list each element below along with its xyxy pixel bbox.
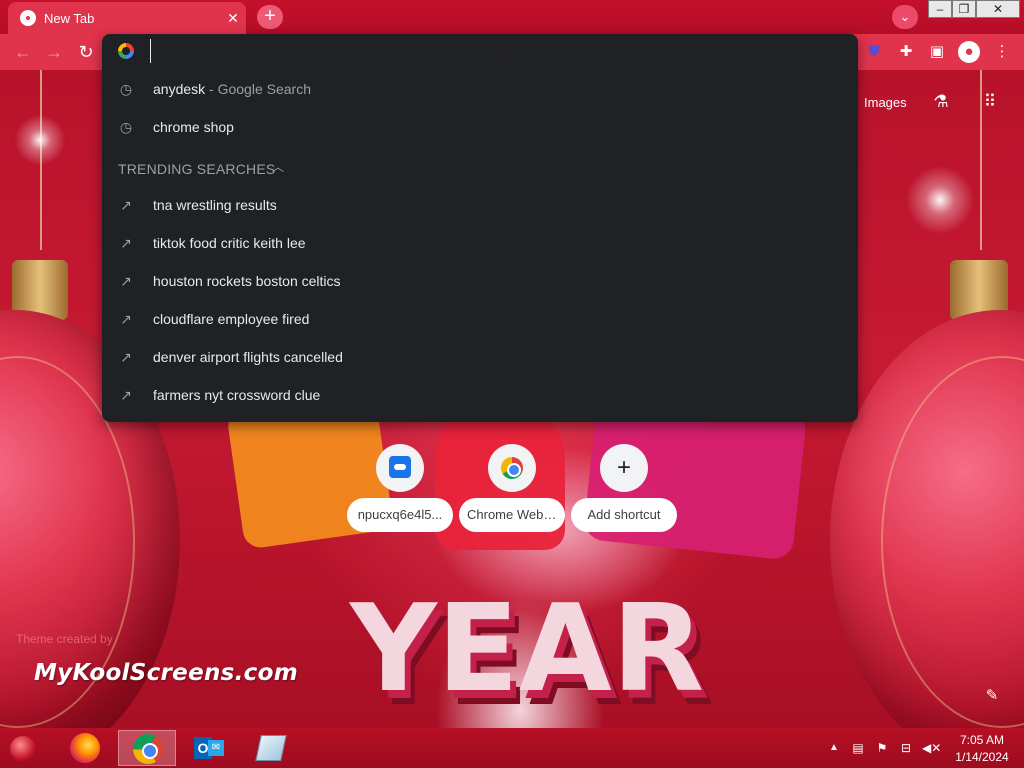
taskbar-app[interactable] [242, 730, 300, 766]
tab-new-tab[interactable]: New Tab ✕ [8, 2, 246, 34]
suggestion-text: anydesk [153, 81, 206, 97]
trending-text: tna wrestling results [153, 197, 277, 213]
trending-text: cloudflare employee fired [153, 311, 310, 327]
history-icon: ◷ [119, 81, 133, 97]
outlook-icon: O ✉ [194, 735, 224, 761]
kebab-menu-icon[interactable]: ⋮ [992, 42, 1012, 62]
chevron-up-icon[interactable]: ︿ [270, 159, 286, 175]
year-text: YEAR [350, 580, 705, 719]
chrome-web-store-icon [488, 444, 536, 492]
trending-text: houston rockets boston celtics [153, 273, 341, 289]
omnibox-dropdown: I ◷ anydesk - Google Search ◷ chrome sho… [102, 34, 858, 422]
labs-flask-icon[interactable]: ⚗ [930, 92, 952, 114]
shortcut-tile[interactable]: Chrome Web ... [459, 444, 565, 534]
shortcut-label: npucxq6e4l5... [347, 498, 453, 532]
extensions-puzzle-icon[interactable]: ✚ [896, 42, 916, 62]
tab-title: New Tab [44, 11, 95, 26]
trending-icon: ↗ [120, 197, 132, 213]
reload-icon[interactable]: ↻ [73, 39, 99, 65]
side-panel-icon[interactable]: ▣ [927, 42, 947, 62]
trending-text: farmers nyt crossword clue [153, 387, 321, 403]
tab-search-button[interactable]: ⌄ [892, 5, 918, 29]
start-button[interactable] [6, 732, 40, 764]
customize-pencil-icon[interactable]: ✎ [982, 686, 1002, 706]
new-tab-button[interactable]: + [257, 5, 283, 29]
window-close-button[interactable]: ✕ [976, 0, 1020, 18]
trending-text: denver airport flights cancelled [153, 349, 343, 365]
theme-credit[interactable]: Theme created by [16, 632, 113, 646]
sparkle [900, 160, 980, 240]
trending-item[interactable]: ↗ tna wrestling results [102, 186, 858, 224]
tab-strip: New Tab ✕ + ⌄ – ❐ ✕ [0, 0, 1024, 34]
shortcut-label: Chrome Web ... [459, 498, 565, 532]
trending-item[interactable]: ↗ cloudflare employee fired [102, 300, 858, 338]
forward-arrow-icon[interactable]: → [41, 39, 67, 65]
volume-muted-icon[interactable]: ◀✕ [922, 740, 941, 756]
taskbar-outlook[interactable]: O ✉ [180, 730, 238, 766]
suggestion-history-item[interactable]: ◷ anydesk - Google Search [102, 70, 858, 108]
tray-app-icon[interactable]: ▤ [850, 740, 866, 756]
trending-item[interactable]: ↗ tiktok food critic keith lee [102, 224, 858, 262]
suggestion-text: chrome shop [153, 119, 234, 135]
trending-text: tiktok food critic keith lee [153, 235, 306, 251]
apps-grid-icon[interactable]: ⠿ [979, 92, 1001, 114]
trending-icon: ↗ [120, 273, 132, 289]
suggestion-history-item[interactable]: ◷ chrome shop [102, 108, 858, 146]
start-orb-icon [10, 736, 36, 762]
action-center-flag-icon[interactable]: ⚑ [874, 740, 890, 756]
suggestion-subtext: - Google Search [205, 81, 311, 97]
extension-shield-icon[interactable]: ⛊ [864, 42, 884, 62]
trending-icon: ↗ [120, 311, 132, 327]
shortcut-tile[interactable]: npucxq6e4l5... [347, 444, 453, 534]
chrome-icon [133, 734, 163, 764]
plus-icon: + [600, 444, 648, 492]
trending-icon: ↗ [120, 349, 132, 365]
firefox-icon [70, 733, 100, 763]
windows-taskbar: O ✉ ▲ ▤ ⚑ ⊟ ◀✕ 7:05 AM 1/14/2024 [0, 728, 1024, 768]
back-arrow-icon[interactable]: ← [10, 39, 36, 65]
google-g-icon [118, 43, 134, 59]
clock-date[interactable]: 1/14/2024 [950, 750, 1014, 764]
app-window-icon [255, 735, 287, 761]
window-minimize-button[interactable]: – [928, 0, 952, 18]
ornament-right [830, 310, 1024, 730]
clock-time[interactable]: 7:05 AM [950, 733, 1014, 747]
window-restore-button[interactable]: ❐ [952, 0, 976, 18]
close-icon[interactable]: ✕ [224, 9, 242, 27]
trending-icon: ↗ [120, 387, 132, 403]
trending-item[interactable]: ↗ denver airport flights cancelled [102, 338, 858, 376]
shortcut-label: Add shortcut [571, 498, 677, 532]
trending-item[interactable]: ↗ houston rockets boston celtics [102, 262, 858, 300]
text-cursor-ibeam-icon: I [499, 46, 510, 67]
show-hidden-icons-icon[interactable]: ▲ [826, 740, 842, 756]
profile-avatar-icon[interactable]: ● [958, 41, 980, 63]
history-icon: ◷ [119, 119, 133, 135]
site-favicon [376, 444, 424, 492]
trending-icon: ↗ [120, 235, 132, 251]
taskbar-chrome[interactable] [118, 730, 176, 766]
images-link[interactable]: Images [864, 95, 907, 110]
theme-brand-logo[interactable]: MyKoolScreens.com [34, 660, 298, 686]
trending-item[interactable]: ↗ farmers nyt crossword clue [102, 376, 858, 414]
chrome-favicon-icon [20, 10, 36, 26]
trending-searches-header: TRENDING SEARCHES [118, 161, 276, 177]
taskbar-firefox[interactable] [56, 730, 114, 766]
sparkle [10, 110, 70, 170]
add-shortcut-button[interactable]: + Add shortcut [571, 444, 677, 534]
omnibox-input[interactable] [150, 39, 830, 63]
network-icon[interactable]: ⊟ [898, 740, 914, 756]
